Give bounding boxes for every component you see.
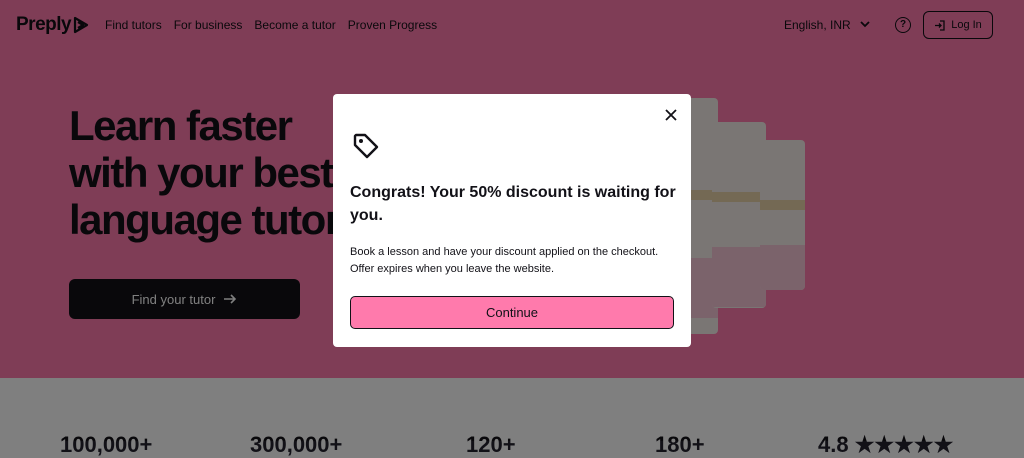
modal-title: Congrats! Your 50% discount is waiting f… — [350, 184, 676, 224]
continue-label: Continue — [485, 305, 539, 320]
modal-body: Book a lesson and have your discount app… — [350, 246, 659, 275]
discount-modal: Congrats! Your 50% discount is waiting f… — [333, 94, 691, 347]
close-icon[interactable] — [663, 107, 679, 123]
continue-button[interactable]: Continue — [350, 296, 674, 329]
tag-icon — [353, 133, 379, 159]
